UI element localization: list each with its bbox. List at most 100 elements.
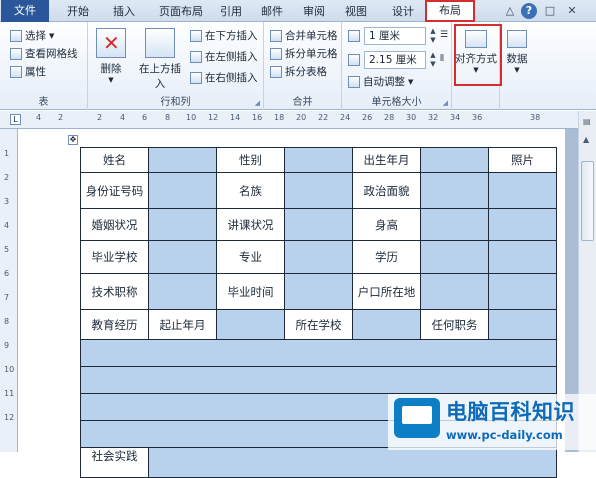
- table-cell[interactable]: [420, 240, 489, 274]
- table-cell[interactable]: 出生年月: [352, 147, 421, 173]
- table-cell[interactable]: 姓名: [80, 147, 149, 173]
- dialog-launcher-icon[interactable]: ◢: [443, 99, 448, 107]
- table-cell[interactable]: 起止年月: [148, 309, 217, 340]
- tab-review[interactable]: 审阅: [296, 2, 332, 22]
- table-cell[interactable]: [148, 447, 557, 478]
- gridlines-label: 查看网格线: [25, 48, 78, 60]
- tab-stop-selector-icon[interactable]: L: [10, 114, 21, 125]
- tab-view[interactable]: 视图: [338, 2, 374, 22]
- table-cell[interactable]: [488, 309, 557, 340]
- table-cell[interactable]: [216, 309, 285, 340]
- restore-icon[interactable]: □: [542, 3, 558, 19]
- tab-file[interactable]: 文件: [1, 0, 49, 22]
- close-icon[interactable]: ✕: [564, 3, 580, 19]
- column-width-input[interactable]: 2.15 厘米: [364, 51, 426, 69]
- table-cell[interactable]: [420, 172, 489, 209]
- table-cell[interactable]: 教育经历: [80, 309, 149, 340]
- ruler-mark: 38: [530, 113, 541, 122]
- tab-references[interactable]: 引用: [214, 2, 248, 22]
- table-cell[interactable]: [148, 172, 217, 209]
- merge-cells-button[interactable]: 合并单元格: [270, 28, 338, 43]
- properties-label: 属性: [25, 66, 46, 78]
- table-cell[interactable]: [420, 273, 489, 310]
- insert-left-button[interactable]: 在左侧插入: [190, 49, 258, 64]
- ruler-mark: 6: [142, 113, 148, 122]
- table-cell[interactable]: 毕业时间: [216, 273, 285, 310]
- table-cell[interactable]: [420, 147, 489, 173]
- ruler-mark: 18: [274, 113, 285, 122]
- group-data: 数据 ▼: [500, 22, 534, 110]
- insert-right-button[interactable]: 在右侧插入: [190, 70, 258, 85]
- table-cell[interactable]: 技术职称: [80, 273, 149, 310]
- table-cell[interactable]: 政治面貌: [352, 172, 421, 209]
- vertical-ruler[interactable]: 1 2 3 4 5 6 7 8 9 10 11 12: [0, 129, 18, 452]
- view-gridlines-button[interactable]: 查看网格线: [10, 46, 78, 61]
- table-row[interactable]: [80, 339, 557, 367]
- data-button[interactable]: 数据 ▼: [502, 30, 532, 74]
- distribute-rows-icon[interactable]: ☰: [440, 30, 448, 40]
- table-cell[interactable]: 性别: [216, 147, 285, 173]
- table-cell[interactable]: 任何职务: [420, 309, 489, 340]
- table-cell[interactable]: [284, 147, 353, 173]
- horizontal-ruler[interactable]: L 4 2 2 4 6 8 10 12 14 16 18 20 22 24 26…: [0, 111, 596, 129]
- scroll-up-icon[interactable]: ▲: [583, 135, 589, 144]
- table-move-handle-icon[interactable]: ✥: [68, 135, 78, 145]
- split-table-button[interactable]: 拆分表格: [270, 64, 327, 79]
- spin-up-icon[interactable]: ▲: [428, 51, 438, 59]
- table-cell[interactable]: [488, 172, 557, 209]
- select-button[interactable]: 选择 ▼: [10, 28, 54, 43]
- spin-down-icon[interactable]: ▼: [428, 36, 438, 44]
- tab-page-layout[interactable]: 页面布局: [150, 2, 212, 22]
- ruler-toggle-icon[interactable]: ▤: [583, 117, 591, 126]
- split-cells-button[interactable]: 拆分单元格: [270, 46, 338, 61]
- tab-design[interactable]: 设计: [384, 2, 422, 22]
- table-cell[interactable]: 照片: [488, 147, 557, 173]
- insert-right-icon: [190, 71, 202, 84]
- spin-down-icon[interactable]: ▼: [428, 60, 438, 68]
- tab-home[interactable]: 开始: [58, 2, 98, 22]
- delete-button[interactable]: ✕ 删除 ▼: [92, 28, 130, 84]
- autofit-button[interactable]: 自动调整 ▼: [348, 74, 413, 89]
- table-cell[interactable]: 户口所在地: [352, 273, 421, 310]
- table-cell[interactable]: [352, 309, 421, 340]
- ruler-mark: 2: [97, 113, 103, 122]
- table-row[interactable]: [80, 366, 557, 394]
- insert-above-button[interactable]: 在上方插入: [134, 28, 186, 91]
- help-icon[interactable]: ?: [521, 3, 537, 19]
- spin-up-icon[interactable]: ▲: [428, 27, 438, 35]
- dialog-launcher-icon[interactable]: ◢: [255, 99, 260, 107]
- table-cell[interactable]: [284, 240, 353, 274]
- table-cell[interactable]: 专业: [216, 240, 285, 274]
- table-cell[interactable]: [488, 273, 557, 310]
- table-cell[interactable]: [148, 240, 217, 274]
- table-cell[interactable]: 讲课状况: [216, 208, 285, 241]
- table-cell[interactable]: [148, 147, 217, 173]
- table-cell[interactable]: [148, 273, 217, 310]
- tab-insert[interactable]: 插入: [104, 2, 144, 22]
- table-cell[interactable]: [284, 172, 353, 209]
- table-cell[interactable]: [284, 273, 353, 310]
- ruler-mark: 11: [4, 389, 15, 398]
- distribute-columns-icon[interactable]: ⦀: [440, 54, 444, 64]
- table-cell[interactable]: 所在学校: [284, 309, 353, 340]
- table-cell[interactable]: 学历: [352, 240, 421, 274]
- insert-below-label: 在下方插入: [205, 30, 258, 42]
- table-cell[interactable]: 社会实践: [80, 447, 149, 478]
- minimize-ribbon-icon[interactable]: △: [502, 3, 518, 19]
- table-cell[interactable]: 毕业学校: [80, 240, 149, 274]
- table-cell[interactable]: [148, 208, 217, 241]
- tab-mailings[interactable]: 邮件: [254, 2, 290, 22]
- tab-layout[interactable]: 布局: [425, 0, 475, 22]
- insert-below-button[interactable]: 在下方插入: [190, 28, 258, 43]
- table-cell[interactable]: 婚姻状况: [80, 208, 149, 241]
- table-cell[interactable]: [284, 208, 353, 241]
- table-cell[interactable]: 身份证号码: [80, 172, 149, 209]
- row-height-input[interactable]: 1 厘米: [364, 27, 426, 45]
- table-cell[interactable]: [488, 208, 557, 241]
- scrollbar-thumb[interactable]: [581, 161, 594, 241]
- table-cell[interactable]: [420, 208, 489, 241]
- table-cell[interactable]: 身高: [352, 208, 421, 241]
- table-cell[interactable]: [488, 240, 557, 274]
- table-cell[interactable]: 名族: [216, 172, 285, 209]
- properties-button[interactable]: 属性: [10, 64, 46, 79]
